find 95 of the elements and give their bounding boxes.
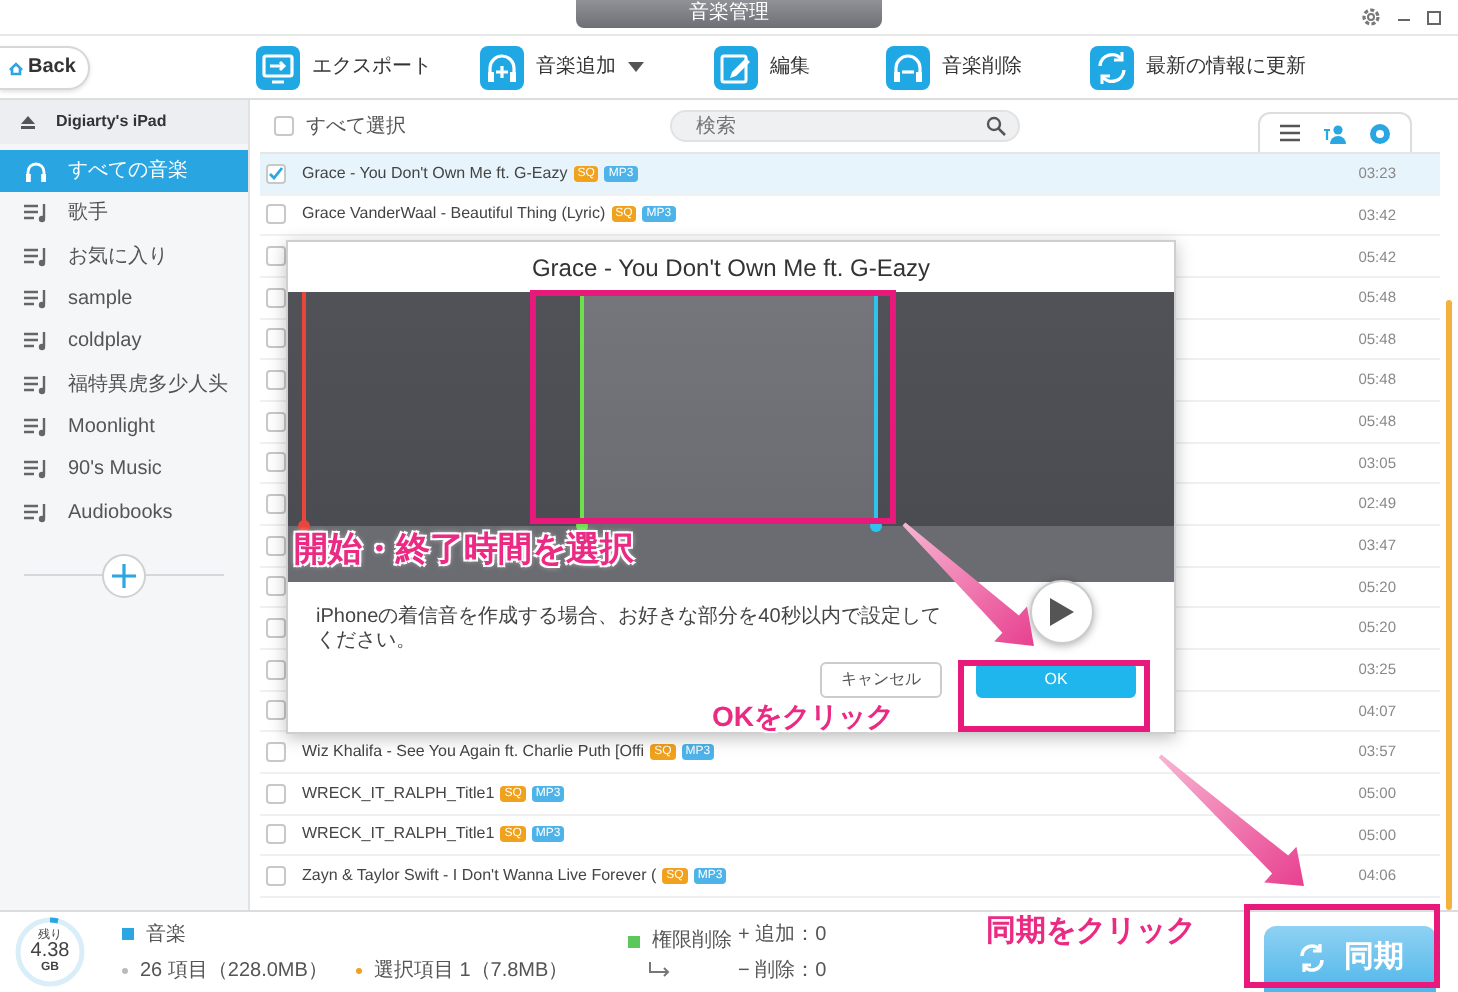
song-title: WRECK_IT_RALPH_Title1 — [302, 822, 495, 847]
headphones-icon — [24, 160, 48, 183]
search-field[interactable]: 検索 — [670, 110, 1020, 142]
row-checkbox[interactable] — [266, 865, 286, 886]
sidebar-item[interactable]: 歌手 — [0, 192, 248, 236]
selection-count: 選択項目 1（7.8MB） — [373, 957, 569, 985]
monitor-icon — [256, 45, 300, 89]
row-checkbox[interactable] — [266, 287, 286, 308]
song-title: Zayn & Taylor Swift - I Don't Wanna Live Forever ( — [302, 863, 657, 888]
legend-square — [122, 928, 134, 940]
row-checkbox[interactable] — [266, 742, 286, 763]
toolbar-button[interactable]: エクスポート — [256, 45, 480, 89]
row-checkbox[interactable] — [266, 370, 286, 391]
sidebar-item[interactable]: 90's Music — [0, 448, 248, 491]
dialog-title: Grace - You Don't Own Me ft. G-Eazy — [529, 251, 933, 285]
device-name: Digiarty's iPad — [56, 110, 167, 134]
window-title: 音楽管理 — [576, 0, 882, 28]
start-handle[interactable] — [580, 292, 584, 526]
row-checkbox[interactable] — [266, 535, 286, 556]
cancel-button[interactable]: キャンセル — [820, 662, 942, 698]
row-checkbox[interactable] — [266, 494, 286, 515]
song-title: WRECK_IT_RALPH_Title1 — [302, 781, 495, 806]
toolbar-button[interactable]: 編集 — [714, 45, 886, 89]
toolbar-button[interactable]: 音楽追加 — [480, 45, 714, 89]
row-checkbox[interactable] — [266, 246, 286, 267]
end-handle[interactable] — [874, 292, 878, 526]
position-marker[interactable] — [302, 292, 306, 526]
playlist-icon — [24, 245, 48, 268]
check-icon — [268, 166, 284, 181]
playlist-icon — [24, 330, 48, 353]
song-title: Grace VanderWaal - Beautiful Thing (Lyric) — [302, 202, 606, 227]
callout-text: OKをクリック — [712, 698, 894, 736]
person-icon[interactable] — [1324, 123, 1346, 143]
row-checkbox[interactable] — [266, 659, 286, 680]
playlist-icon — [24, 373, 48, 396]
row-checkbox[interactable] — [266, 452, 286, 473]
settings-icon[interactable] — [1360, 6, 1382, 28]
headphones-plus-icon — [480, 45, 524, 89]
total-count: 26 項目（228.0MB） — [140, 957, 328, 985]
sidebar-item[interactable]: Audiobooks — [0, 490, 248, 534]
row-checkbox[interactable] — [266, 163, 286, 184]
row-checkbox[interactable] — [266, 328, 286, 349]
row-checkbox[interactable] — [266, 204, 286, 225]
sidebar-item[interactable]: Moonlight — [0, 405, 248, 449]
home-icon — [8, 59, 24, 75]
sidebar-item[interactable]: coldplay — [0, 320, 248, 363]
headphones-minus-icon — [886, 45, 930, 89]
caret-icon[interactable] — [628, 62, 644, 72]
storage-value: 4.38 — [30, 942, 70, 962]
row-checkbox[interactable] — [266, 411, 286, 432]
select-all-checkbox[interactable] — [274, 116, 294, 136]
add-playlist-button[interactable] — [102, 553, 146, 598]
return-arrow-icon — [648, 962, 672, 978]
sidebar-item[interactable]: 福特異虎多少人头 — [0, 362, 248, 406]
playlist-icon — [24, 501, 48, 524]
play-icon — [1050, 598, 1074, 626]
playlist-icon — [24, 202, 48, 225]
toolbar-button[interactable]: 音楽削除 — [886, 45, 1090, 89]
row-checkbox[interactable] — [266, 618, 286, 639]
callout-text: 開始・終了時間を選択 — [294, 528, 634, 572]
pointer-arrow — [902, 522, 1034, 646]
back-button[interactable]: Back — [0, 45, 90, 89]
deleted-count: − 削除：0 — [738, 957, 827, 985]
dialog-message: iPhoneの着信音を作成する場合、お好きな部分を40秒以内で設定してください。 — [316, 606, 943, 654]
list-view-icon[interactable] — [1280, 124, 1300, 142]
permission-label: 権限削除 — [652, 927, 732, 956]
disc-icon[interactable] — [1370, 123, 1390, 143]
row-checkbox[interactable] — [266, 700, 286, 721]
row-checkbox[interactable] — [266, 824, 286, 845]
bullet-dot — [122, 967, 128, 973]
row-checkbox[interactable] — [266, 783, 286, 804]
sidebar-item[interactable]: お気に入り — [0, 235, 248, 278]
playlist-icon — [24, 458, 48, 481]
search-icon[interactable] — [986, 116, 1006, 136]
sidebar-item[interactable]: sample — [0, 277, 248, 321]
refresh-icon — [1090, 45, 1134, 89]
eject-icon[interactable] — [20, 114, 36, 130]
song-title: Grace - You Don't Own Me ft. G-Eazy — [302, 161, 568, 186]
play-button[interactable] — [1030, 580, 1094, 644]
playlist-icon — [24, 288, 48, 311]
plus-icon — [112, 563, 136, 588]
scrollbar[interactable] — [1446, 300, 1452, 910]
callout-text: 同期をクリック — [986, 912, 1196, 952]
added-count: + 追加：0 — [738, 921, 827, 949]
song-title: Wiz Khalifa - See You Again ft. Charlie Puth [Offi — [302, 740, 645, 765]
toolbar-button[interactable]: 最新の情報に更新 — [1090, 45, 1306, 89]
legend-square — [628, 935, 640, 947]
row-checkbox[interactable] — [266, 576, 286, 597]
select-all-label: すべて選択 — [306, 113, 406, 141]
bullet-dot — [355, 967, 362, 973]
maximize-icon[interactable] — [1426, 9, 1442, 25]
category-label: 音楽 — [146, 921, 186, 949]
sync-icon — [1296, 942, 1328, 974]
playlist-icon — [24, 415, 48, 438]
pencil-icon — [714, 45, 758, 89]
